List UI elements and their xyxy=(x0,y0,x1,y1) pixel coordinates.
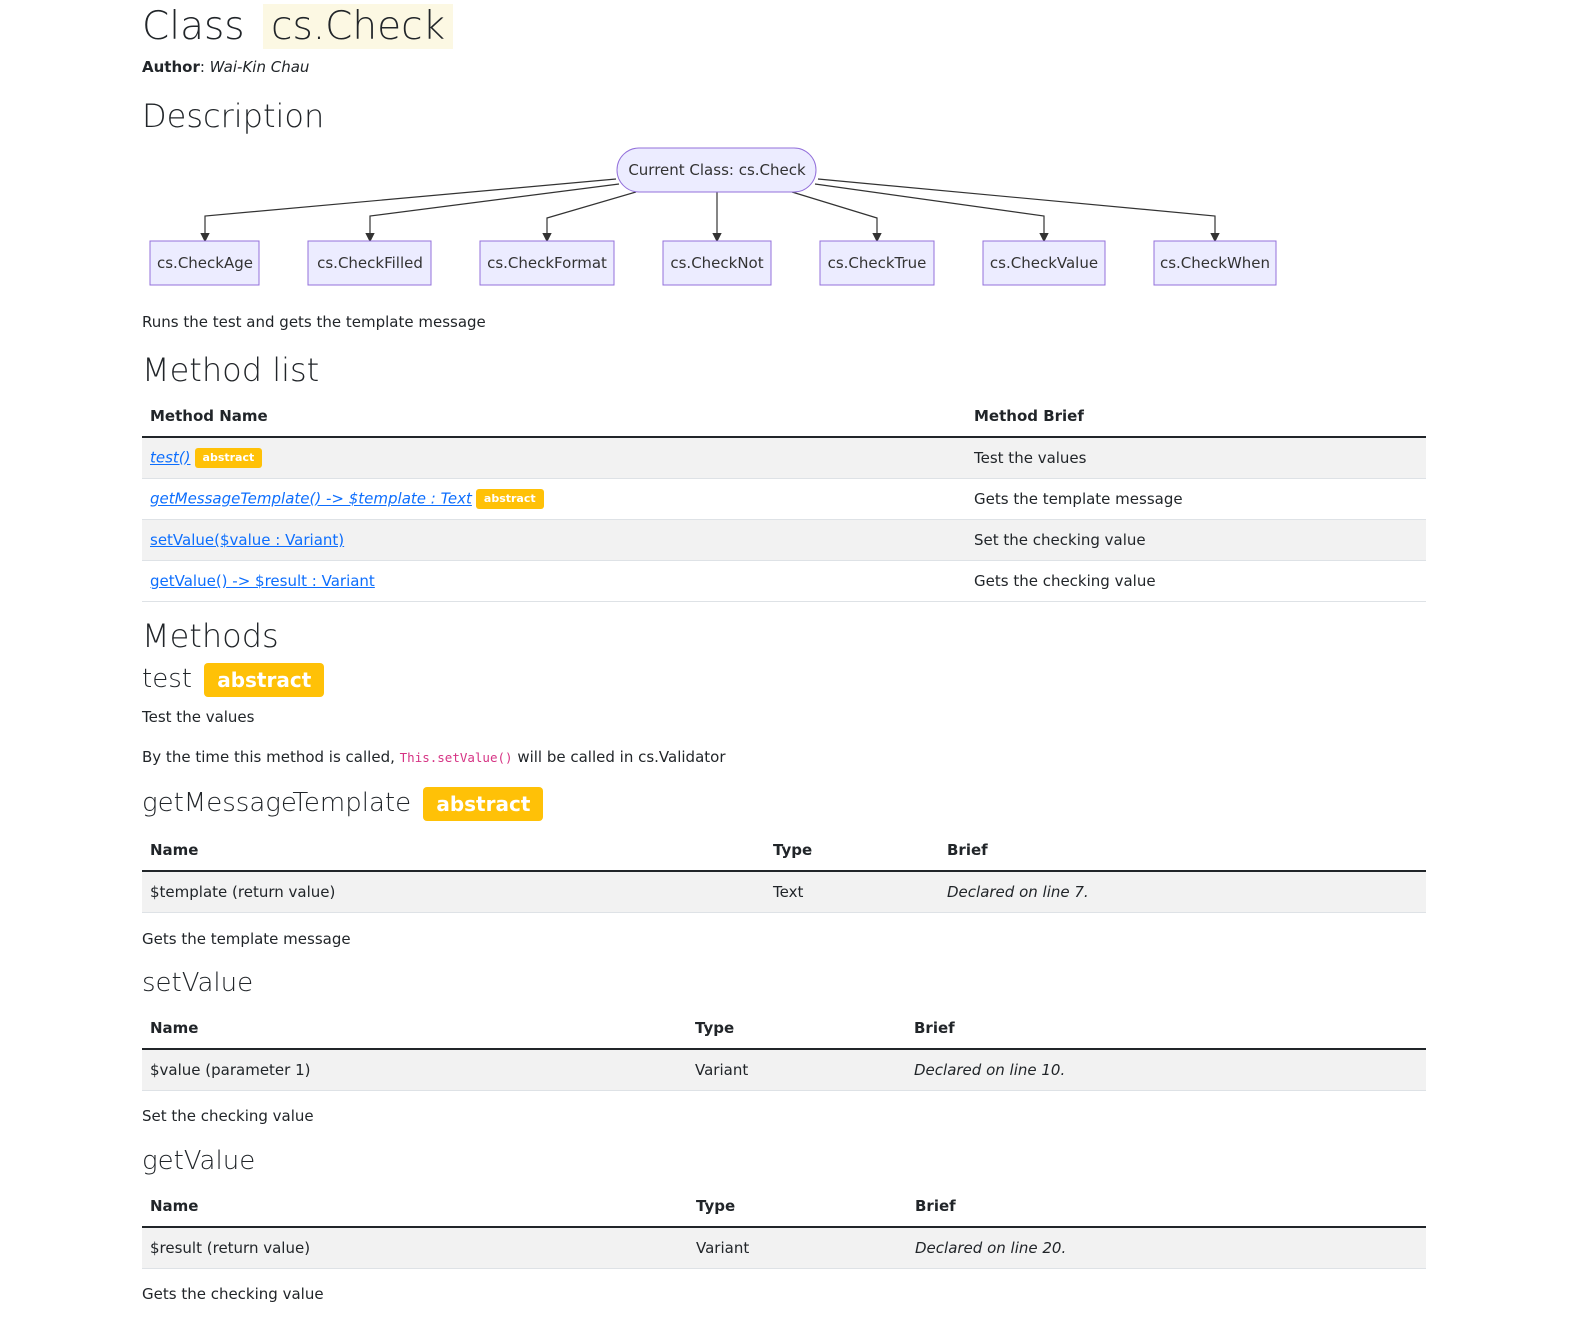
method-title: getValue xyxy=(142,1146,256,1176)
svg-text:cs.CheckTrue: cs.CheckTrue xyxy=(828,254,927,272)
svg-text:cs.CheckFormat: cs.CheckFormat xyxy=(487,254,607,272)
svg-text:cs.CheckNot: cs.CheckNot xyxy=(670,254,763,272)
author-line: Author: Wai-Kin Chau xyxy=(142,58,310,76)
edge-checkfilled xyxy=(365,183,620,243)
inheritance-diagram: Current Class: cs.Check cs.CheckAge cs.C… xyxy=(149,147,1277,286)
method-list-table: Method Name Method Brief test() abstract … xyxy=(142,396,1426,602)
method-brief-cell: Gets the template message xyxy=(966,478,1426,520)
diagram-node-checktrue: cs.CheckTrue xyxy=(819,240,935,286)
abstract-badge: abstract xyxy=(194,448,263,468)
test-description: Test the values xyxy=(142,708,255,726)
author-name: Wai-Kin Chau xyxy=(209,58,310,76)
table-row: $result (return value) Variant Declared … xyxy=(142,1227,1426,1269)
column-header-brief: Brief xyxy=(906,1008,1426,1050)
abstract-badge: abstract xyxy=(475,489,544,509)
table-row: setValue($value : Variant) Set the check… xyxy=(142,519,1426,561)
diagram-child-nodes: cs.CheckAge cs.CheckFilled cs.CheckForma… xyxy=(149,240,1277,286)
param-type-cell: Text xyxy=(765,871,939,913)
description-heading: Description xyxy=(142,97,325,135)
svg-text:cs.CheckWhen: cs.CheckWhen xyxy=(1160,254,1270,272)
method-link-getvalue[interactable]: getValue() -> $result : Variant xyxy=(150,572,375,590)
method-brief-cell: Test the values xyxy=(966,437,1426,479)
svg-text:cs.CheckAge: cs.CheckAge xyxy=(157,254,253,272)
column-header-brief: Brief xyxy=(907,1186,1426,1228)
getvalue-params-table: Name Type Brief $result (return value) V… xyxy=(142,1186,1426,1269)
param-type-cell: Variant xyxy=(687,1049,906,1091)
edge-checkvalue xyxy=(814,183,1049,243)
edge-checktrue xyxy=(791,191,882,243)
method-link-getmessagetemplate[interactable]: getMessageTemplate() -> $template : Text xyxy=(150,490,472,508)
method-link-test[interactable]: test() xyxy=(150,449,191,467)
method-name-cell: getMessageTemplate() -> $template : Text… xyxy=(142,478,966,520)
setvalue-params-table: Name Type Brief $value (parameter 1) Var… xyxy=(142,1008,1426,1091)
methods-heading: Methods xyxy=(142,617,279,655)
inline-code: This.setValue() xyxy=(399,750,513,765)
column-header-brief: Brief xyxy=(939,830,1426,872)
method-heading-setvalue: setValue xyxy=(142,966,253,1000)
table-row: $value (parameter 1) Variant Declared on… xyxy=(142,1049,1426,1091)
diagram-node-checkfilled: cs.CheckFilled xyxy=(307,240,432,286)
method-heading-getvalue: getValue xyxy=(142,1144,255,1178)
table-row: getValue() -> $result : Variant Gets the… xyxy=(142,560,1426,602)
param-name-cell: $template (return value) xyxy=(142,871,765,913)
method-link-setvalue[interactable]: setValue($value : Variant) xyxy=(150,531,344,549)
column-header-name: Name xyxy=(142,1008,687,1050)
table-row: $template (return value) Text Declared o… xyxy=(142,871,1426,913)
column-header-method-brief: Method Brief xyxy=(966,396,1426,438)
method-name-cell: test() abstract xyxy=(142,437,966,479)
column-header-name: Name xyxy=(142,1186,688,1228)
column-header-type: Type xyxy=(765,830,939,872)
getvalue-description: Gets the checking value xyxy=(142,1285,324,1303)
param-brief-cell: Declared on line 7. xyxy=(939,871,1426,913)
column-header-type: Type xyxy=(688,1186,907,1228)
setvalue-description: Set the checking value xyxy=(142,1107,314,1125)
method-list-heading: Method list xyxy=(142,351,320,389)
author-label: Author xyxy=(142,58,200,76)
method-brief-cell: Set the checking value xyxy=(966,519,1426,561)
diagram-node-checknot: cs.CheckNot xyxy=(662,240,772,286)
class-name: cs.Check xyxy=(263,4,454,49)
method-title: getMessageTemplate xyxy=(142,788,412,818)
getmessagetemplate-description: Gets the template message xyxy=(142,930,351,948)
svg-text:cs.CheckFilled: cs.CheckFilled xyxy=(317,254,423,272)
diagram-node-checkvalue: cs.CheckValue xyxy=(982,240,1106,286)
edge-checkformat xyxy=(542,191,637,243)
diagram-node-checkage: cs.CheckAge xyxy=(149,240,260,286)
table-header-row: Method Name Method Brief xyxy=(142,396,1426,438)
abstract-badge: abstract xyxy=(423,786,544,821)
column-header-method-name: Method Name xyxy=(142,396,966,438)
table-row: test() abstract Test the values xyxy=(142,437,1426,479)
param-brief-cell: Declared on line 10. xyxy=(906,1049,1426,1091)
column-header-name: Name xyxy=(142,830,765,872)
title-prefix: Class xyxy=(142,4,245,49)
method-heading-getmessagetemplate: getMessageTemplate abstract xyxy=(142,786,544,821)
description-text: Runs the test and gets the template mess… xyxy=(142,313,486,331)
method-name-cell: setValue($value : Variant) xyxy=(142,519,966,561)
getmessagetemplate-params-table: Name Type Brief $template (return value)… xyxy=(142,830,1426,913)
param-brief-cell: Declared on line 20. xyxy=(907,1227,1426,1269)
table-header-row: Name Type Brief xyxy=(142,1008,1426,1050)
param-type-cell: Variant xyxy=(688,1227,907,1269)
diagram-root-node: Current Class: cs.Check xyxy=(616,147,817,193)
method-name-cell: getValue() -> $result : Variant xyxy=(142,560,966,602)
method-brief-cell: Gets the checking value xyxy=(966,560,1426,602)
method-title: test xyxy=(142,664,192,694)
column-header-type: Type xyxy=(687,1008,906,1050)
param-name-cell: $value (parameter 1) xyxy=(142,1049,687,1091)
diagram-node-checkwhen: cs.CheckWhen xyxy=(1153,240,1277,286)
table-header-row: Name Type Brief xyxy=(142,830,1426,872)
edge-checkage xyxy=(200,178,617,243)
table-row: getMessageTemplate() -> $template : Text… xyxy=(142,478,1426,520)
diagram-node-checkformat: cs.CheckFormat xyxy=(479,240,615,286)
abstract-badge: abstract xyxy=(204,662,325,697)
diagram-root-label: Current Class: cs.Check xyxy=(628,161,806,179)
page-title: Class cs.Check xyxy=(142,2,454,52)
svg-text:cs.CheckValue: cs.CheckValue xyxy=(990,254,1098,272)
test-note: By the time this method is called, This.… xyxy=(142,748,726,766)
method-heading-test: test abstract xyxy=(142,662,325,697)
table-header-row: Name Type Brief xyxy=(142,1186,1426,1228)
param-name-cell: $result (return value) xyxy=(142,1227,688,1269)
method-title: setValue xyxy=(142,968,254,998)
